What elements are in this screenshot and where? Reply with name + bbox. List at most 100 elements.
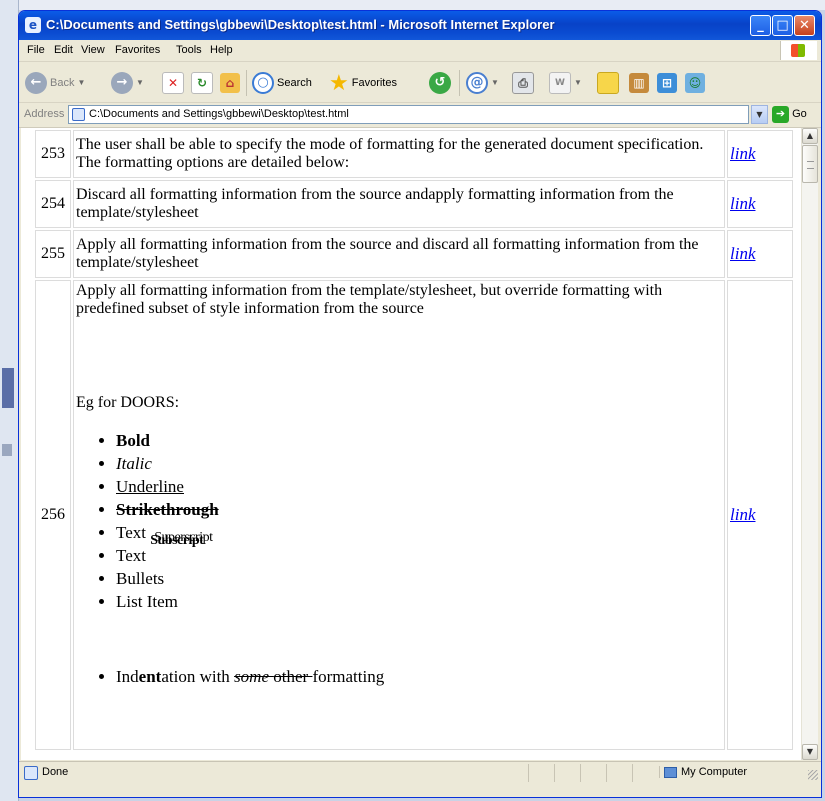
scroll-up-button[interactable]: ▲: [802, 128, 818, 144]
address-input[interactable]: C:\Documents and Settings\gbbewi\Desktop…: [68, 105, 749, 124]
stop-button[interactable]: ✕: [162, 71, 184, 95]
forward-arrow-icon: →: [111, 72, 133, 95]
people-icon: ☺: [685, 73, 705, 94]
messenger-button[interactable]: ⊞: [657, 71, 677, 95]
table-row: 253 The user shall be able to specify th…: [35, 130, 793, 178]
requirement-link-cell: link: [727, 180, 793, 228]
requirement-number: 254: [35, 180, 71, 228]
requirement-link-cell: link: [727, 230, 793, 278]
superscript-text: Superscript: [154, 530, 213, 545]
mail-button[interactable]: @ ▼: [466, 71, 499, 95]
stop-icon: ✕: [162, 72, 184, 95]
history-button[interactable]: ↺: [429, 71, 451, 95]
ie-icon: e: [25, 17, 41, 33]
table-row: 254 Discard all formatting information f…: [35, 180, 793, 228]
requirement-link[interactable]: link: [730, 194, 756, 213]
requirement-link[interactable]: link: [730, 244, 756, 263]
standard-toolbar: ← Back ▼ → ▼ ✕ ↻ ⌂ ○ Search ★ Favorites ↺ @ ▼ …: [19, 62, 821, 103]
search-icon: ○: [252, 72, 274, 95]
menu-tools[interactable]: Tools: [176, 44, 202, 56]
close-button[interactable]: ✕: [794, 15, 815, 36]
contacts-button[interactable]: ☺: [685, 71, 705, 95]
scroll-down-button[interactable]: ▼: [802, 744, 818, 760]
example-heading: Eg for DOORS:: [76, 394, 180, 411]
research-button[interactable]: ▥: [629, 71, 649, 95]
address-value: C:\Documents and Settings\gbbewi\Desktop…: [89, 108, 349, 120]
page-icon: [72, 108, 85, 121]
windows-flag-icon: [791, 44, 805, 57]
list-item: Underline: [116, 475, 722, 498]
refresh-icon: ↻: [191, 72, 213, 95]
requirements-table: 253 The user shall be able to specify th…: [33, 128, 795, 752]
requirement-text: The user shall be able to specify the mo…: [73, 130, 725, 178]
list-item-text: List Item: [116, 592, 178, 611]
list-item-text: Text: [116, 523, 146, 542]
resize-grip-icon[interactable]: [808, 770, 818, 780]
back-label: Back: [50, 77, 75, 90]
back-button[interactable]: ← Back ▼: [25, 71, 85, 95]
bold-text: Bold: [116, 431, 151, 450]
menu-favorites[interactable]: Favorites: [115, 44, 160, 56]
requirement-link[interactable]: link: [730, 505, 756, 524]
forward-button[interactable]: → ▼: [111, 71, 144, 95]
edit-button[interactable]: W ▼: [549, 71, 582, 95]
requirement-number: 255: [35, 230, 71, 278]
browser-window: e C:\Documents and Settings\gbbewi\Deskt…: [18, 10, 822, 798]
page-done-icon: [24, 766, 38, 780]
mail-dropdown-icon[interactable]: ▼: [491, 78, 499, 87]
forward-dropdown-icon[interactable]: ▼: [136, 78, 144, 87]
title-bar[interactable]: e C:\Documents and Settings\gbbewi\Deskt…: [19, 11, 821, 40]
go-arrow-icon: ➔: [772, 105, 789, 123]
status-bar: Done My Computer: [19, 761, 821, 797]
favorites-button[interactable]: ★ Favorites: [329, 71, 397, 95]
strikethrough-text: Strikethrough: [116, 500, 219, 519]
indent-text-d: some: [234, 667, 270, 686]
status-pane: [632, 764, 657, 782]
research-icon: ▥: [629, 73, 649, 94]
status-pane: [528, 764, 553, 782]
list-item-text: Text: [116, 546, 146, 565]
folder-icon: [597, 72, 619, 95]
desktop-background: [0, 0, 825, 10]
status-pane: [606, 764, 631, 782]
vertical-scrollbar[interactable]: ▲ ▼: [801, 128, 818, 760]
requirement-number: 256: [35, 280, 71, 750]
formatting-list: Bold Italic Underline Strikethrough Text…: [76, 429, 722, 613]
print-button[interactable]: ⎙: [512, 71, 534, 95]
list-item: List Item: [116, 590, 722, 613]
background-window-edge: [0, 0, 19, 801]
menu-edit[interactable]: Edit: [54, 44, 73, 56]
requirement-number: 253: [35, 130, 71, 178]
search-label: Search: [277, 77, 312, 90]
requirement-link-cell: link: [727, 130, 793, 178]
maximize-button[interactable]: □: [772, 15, 793, 36]
search-button[interactable]: ○ Search: [252, 71, 312, 95]
zone-label: My Computer: [681, 766, 748, 778]
minimize-button[interactable]: _: [750, 15, 771, 36]
menu-help[interactable]: Help: [210, 44, 233, 56]
italic-text: Italic: [116, 454, 152, 473]
indent-text-c: ation with: [161, 667, 235, 686]
status-text: Done: [42, 766, 69, 778]
menu-file[interactable]: File: [27, 44, 45, 56]
refresh-button[interactable]: ↻: [191, 71, 213, 95]
address-dropdown-icon[interactable]: ▼: [751, 105, 768, 124]
go-button[interactable]: ➔ Go: [772, 105, 816, 124]
list-item: Italic: [116, 452, 722, 475]
favorites-label: Favorites: [351, 77, 397, 90]
menu-view[interactable]: View: [81, 44, 105, 56]
back-dropdown-icon[interactable]: ▼: [77, 78, 85, 87]
address-label: Address: [24, 108, 65, 120]
requirement-link[interactable]: link: [730, 144, 756, 163]
home-button[interactable]: ⌂: [220, 71, 240, 95]
security-zone: My Computer: [659, 766, 747, 778]
scroll-thumb[interactable]: [802, 145, 818, 183]
page-content: 253 The user shall be able to specify th…: [21, 128, 801, 760]
edit-dropdown-icon[interactable]: ▼: [574, 78, 582, 87]
back-arrow-icon: ←: [25, 72, 47, 95]
print-icon: ⎙: [512, 72, 534, 95]
window-title: C:\Documents and Settings\gbbewi\Desktop…: [46, 17, 555, 32]
discuss-button[interactable]: [597, 71, 619, 95]
